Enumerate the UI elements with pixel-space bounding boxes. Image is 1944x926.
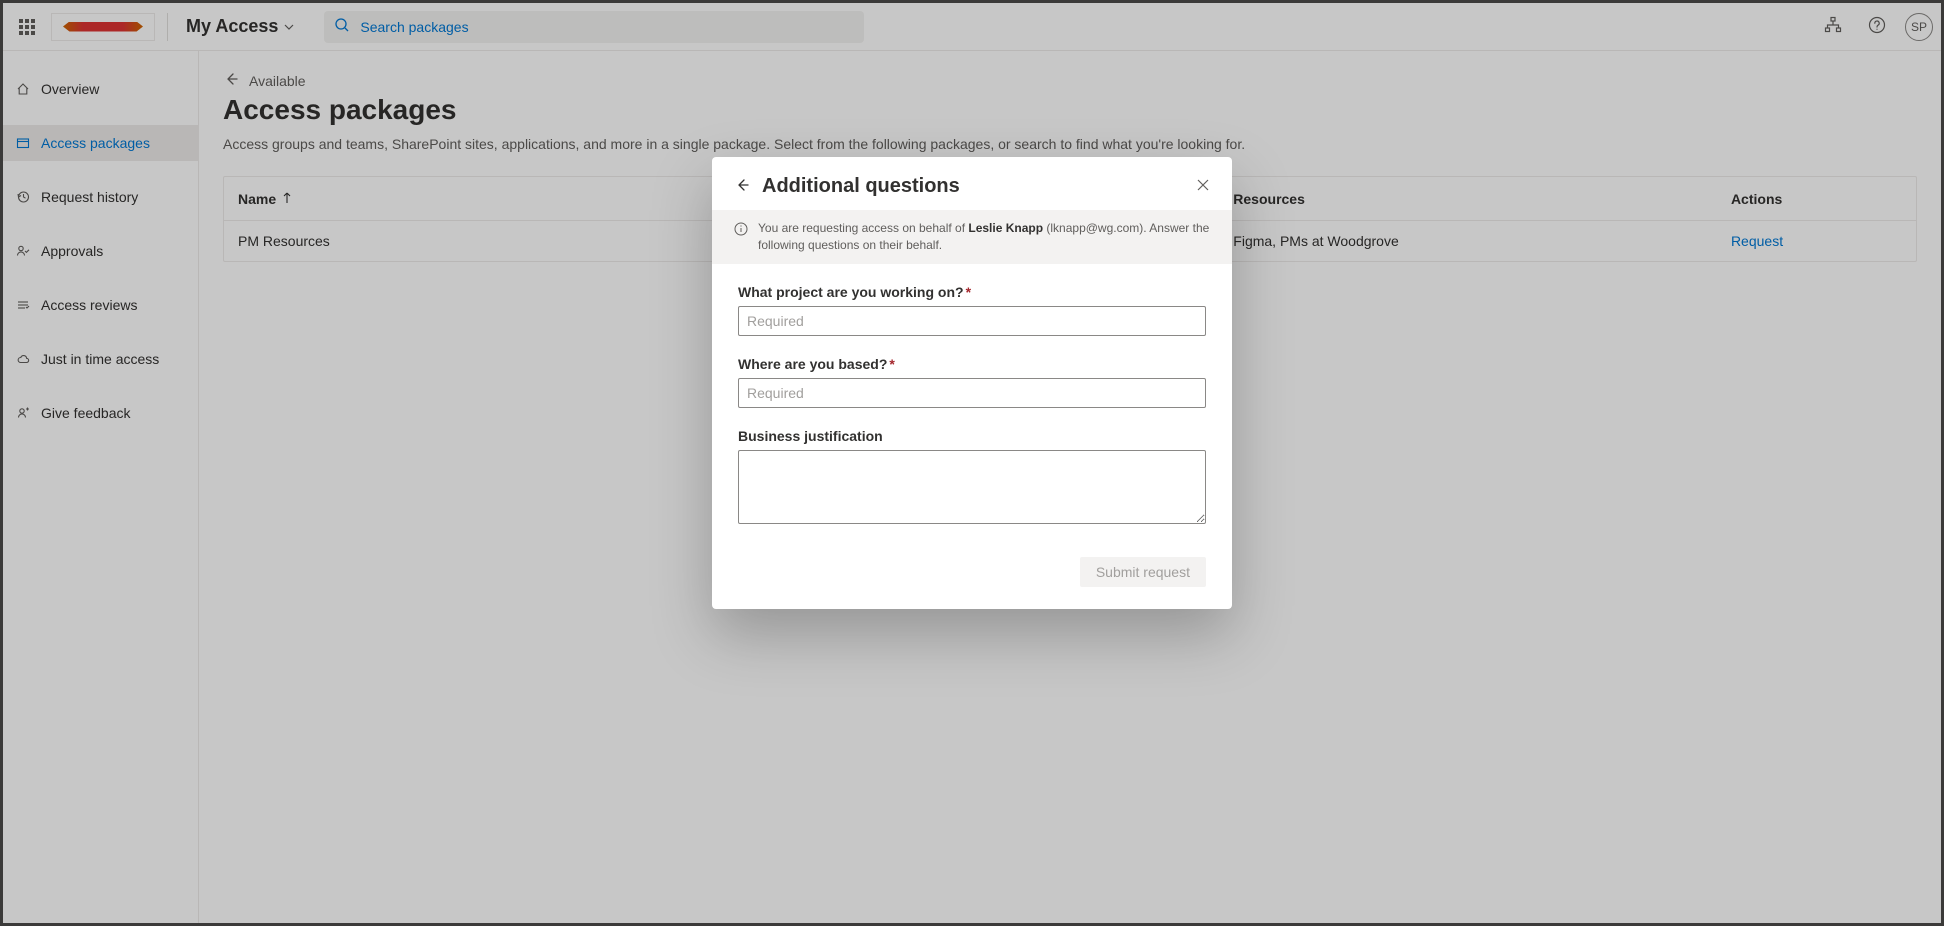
info-bar: You are requesting access on behalf of L… <box>712 210 1232 264</box>
field-justification: Business justification <box>738 428 1206 527</box>
location-input[interactable] <box>738 378 1206 408</box>
project-input[interactable] <box>738 306 1206 336</box>
dialog-body: What project are you working on?* Where … <box>712 264 1232 551</box>
dialog-footer: Submit request <box>712 551 1232 609</box>
close-icon <box>1196 178 1210 192</box>
additional-questions-dialog: Additional questions You are requesting … <box>712 157 1232 609</box>
info-text: You are requesting access on behalf of L… <box>758 220 1210 254</box>
arrow-left-icon <box>734 177 750 193</box>
dialog-title: Additional questions <box>762 175 960 198</box>
label-text: What project are you working on? <box>738 284 964 300</box>
dialog-header: Additional questions <box>712 157 1232 210</box>
field-label: Where are you based?* <box>738 356 1206 372</box>
required-indicator: * <box>889 356 894 372</box>
info-name: Leslie Knapp <box>968 221 1043 235</box>
required-indicator: * <box>966 284 971 300</box>
field-location: Where are you based?* <box>738 356 1206 408</box>
dialog-back-button[interactable] <box>734 177 750 196</box>
justification-textarea[interactable] <box>738 450 1206 524</box>
info-icon <box>734 222 748 254</box>
label-text: Where are you based? <box>738 356 887 372</box>
field-project: What project are you working on?* <box>738 284 1206 336</box>
submit-request-button[interactable]: Submit request <box>1080 557 1206 587</box>
modal-overlay: Additional questions You are requesting … <box>3 3 1941 923</box>
info-prefix: You are requesting access on behalf of <box>758 221 968 235</box>
field-label: What project are you working on?* <box>738 284 1206 300</box>
dialog-close-button[interactable] <box>1196 178 1210 195</box>
field-label: Business justification <box>738 428 1206 444</box>
